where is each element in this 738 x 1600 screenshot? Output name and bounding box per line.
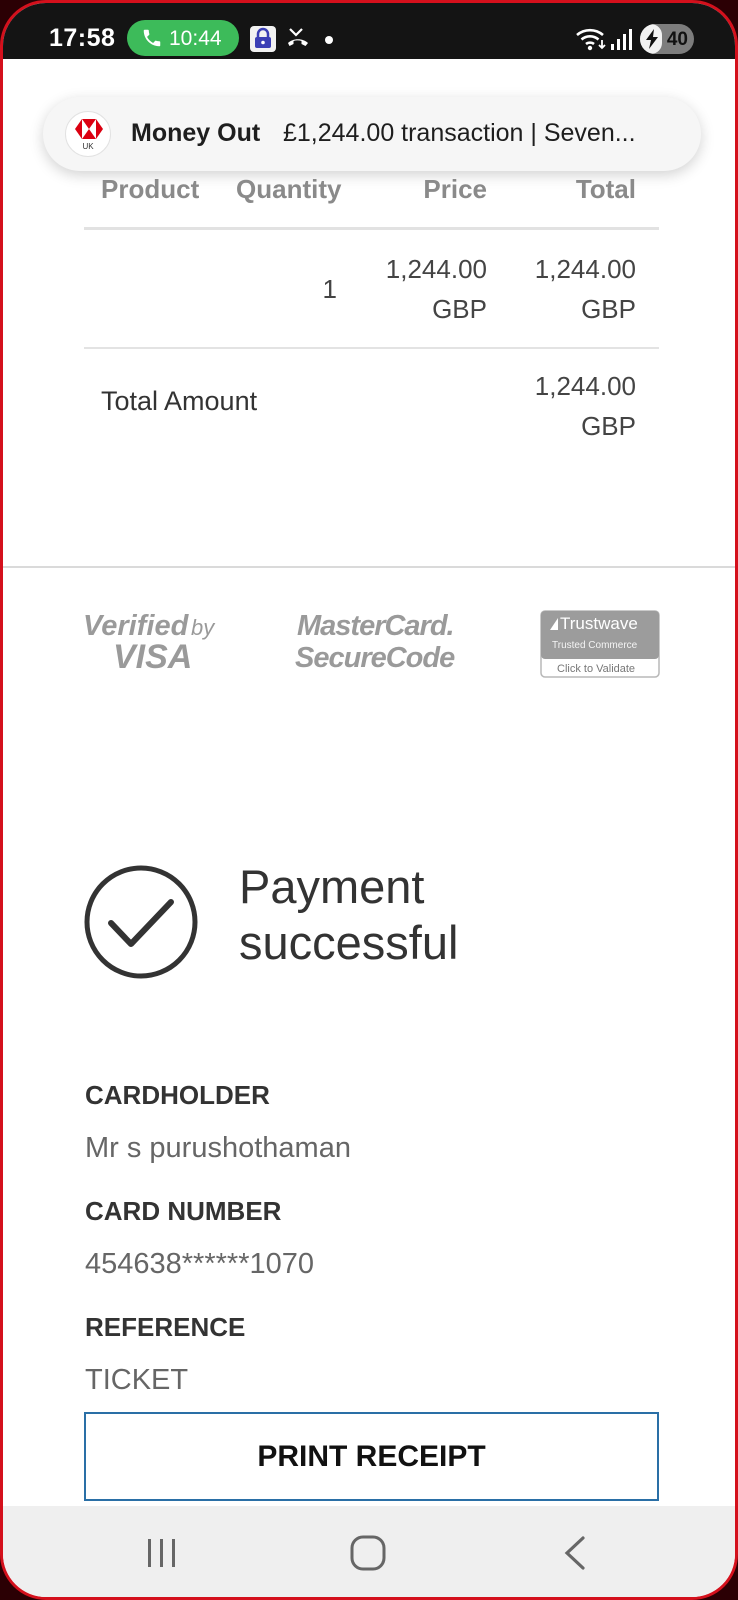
row-price-amount: 1,244.00 (385, 254, 487, 284)
visa-by-text: by (191, 615, 216, 640)
table-header-divider (84, 227, 659, 230)
header-quantity: Quantity (236, 174, 342, 204)
battery-charging-icon (646, 29, 658, 49)
payment-status-line2: successful (239, 916, 459, 969)
ongoing-call-chip[interactable]: 10:44 (127, 20, 239, 56)
payment-status: Payment successful (239, 859, 539, 971)
phone-screen: 17:58 10:44 40 UK Money Out £1,244.00 tr… (0, 0, 738, 1600)
missed-call-icon (288, 28, 308, 46)
reference-value: TICKET (85, 1364, 189, 1396)
reference-label: REFERENCE (85, 1312, 246, 1342)
mastercard-securecode-logo: MasterCard. SecureCode (295, 610, 456, 673)
trustwave-subtitle: Trusted Commerce (552, 640, 638, 651)
call-timer: 10:44 (169, 27, 222, 50)
trustwave-seal[interactable]: Trustwave Trusted Commerce Click to Vali… (540, 610, 660, 678)
total-amount-number: 1,244.00 (534, 371, 636, 401)
visa-brand-text: VISA (113, 638, 192, 673)
recents-icon[interactable] (144, 1535, 180, 1571)
notification-banner[interactable]: UK Money Out £1,244.00 transaction | Sev… (43, 97, 701, 171)
row-quantity: 1 (322, 274, 337, 304)
header-total: Total (575, 174, 636, 204)
status-time: 17:58 (49, 24, 116, 52)
row-price: 1,244.00 GBP (386, 249, 487, 329)
navigation-bar (3, 1506, 735, 1597)
notification-title: Money Out (131, 119, 261, 147)
logo-region: UK (82, 142, 94, 151)
back-icon[interactable] (559, 1535, 589, 1571)
total-amount-value: 1,244.00 GBP (535, 366, 636, 446)
hsbc-hexagon-icon (75, 119, 103, 139)
header-product: Product (101, 174, 200, 204)
row-total: 1,244.00 GBP (535, 249, 636, 329)
battery-level: 40 (666, 29, 688, 50)
print-receipt-button[interactable]: PRINT RECEIPT (84, 1412, 659, 1501)
row-price-currency: GBP (432, 294, 487, 324)
card-number-value: 454638******1070 (85, 1248, 314, 1280)
row-divider (84, 347, 659, 349)
trustwave-cta: Click to Validate (557, 663, 635, 675)
hsbc-logo: UK (65, 111, 111, 157)
card-number-label: CARD NUMBER (85, 1196, 282, 1226)
notification-dot-icon (325, 36, 333, 44)
cardholder-value: Mr s purushothaman (85, 1132, 351, 1164)
home-icon[interactable] (349, 1534, 387, 1572)
row-total-currency: GBP (581, 294, 636, 324)
trustwave-name: Trustwave (560, 614, 638, 633)
payment-status-line1: Payment (239, 860, 425, 913)
table-header: Product Quantity Price Total (3, 174, 735, 214)
section-divider (3, 566, 735, 568)
header-price: Price (423, 174, 487, 204)
total-amount-label: Total Amount (101, 386, 258, 416)
vpn-lock-icon (250, 26, 276, 52)
status-bar: 17:58 10:44 40 (3, 3, 735, 59)
checkmark-circle-icon (84, 865, 198, 979)
total-amount-currency: GBP (581, 411, 636, 441)
mc-securecode-text: SecureCode (295, 642, 455, 673)
notification-body: £1,244.00 transaction | Seven... (283, 119, 636, 147)
battery-indicator: 40 (640, 24, 694, 54)
verified-by-visa-logo: Verified by VISA (83, 610, 216, 673)
row-total-amount: 1,244.00 (534, 254, 636, 284)
cardholder-label: CARDHOLDER (85, 1080, 270, 1110)
mc-brand-text: MasterCard. (297, 610, 454, 642)
signal-icon (611, 29, 632, 50)
phone-icon (143, 29, 161, 47)
wifi-icon (576, 28, 606, 51)
